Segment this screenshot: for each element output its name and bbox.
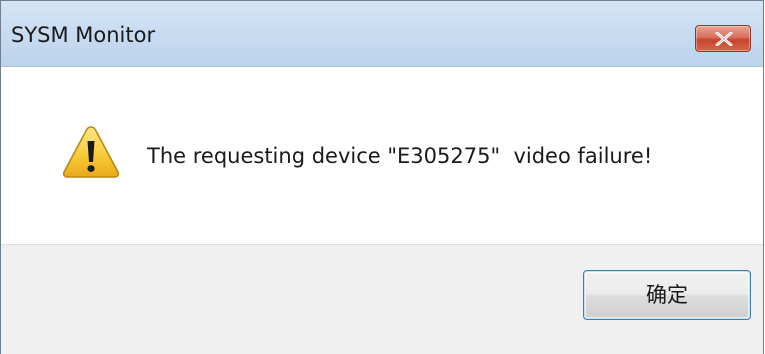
close-button[interactable] (695, 25, 751, 52)
warning-icon (62, 126, 120, 178)
window-title: SYSM Monitor (11, 23, 156, 47)
title-bar[interactable]: SYSM Monitor (1, 1, 763, 67)
ok-button[interactable]: 确定 (583, 270, 751, 320)
message-dialog: SYSM Monitor The requesting device "E305… (0, 0, 764, 354)
message-text: The requesting device "E305275" video fa… (147, 144, 653, 168)
message-area: The requesting device "E305275" video fa… (1, 67, 763, 244)
button-bar: 确定 (1, 244, 763, 354)
close-icon (715, 32, 733, 46)
